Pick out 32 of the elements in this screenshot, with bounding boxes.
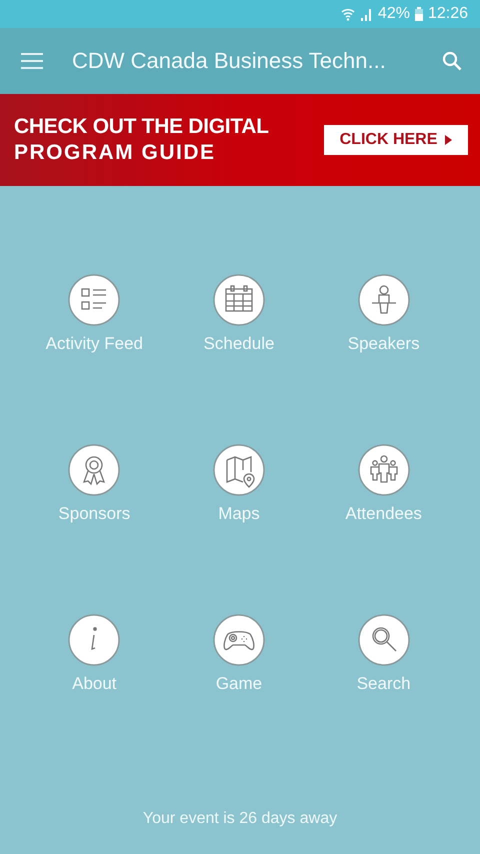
menu-tile[interactable]: Game [212, 614, 265, 694]
clock-time: 12:26 [428, 5, 468, 23]
menu-tile[interactable]: Sponsors [58, 444, 130, 524]
search-icon [358, 614, 410, 666]
banner-headline: CHECK OUT THE DIGITAL [14, 115, 270, 139]
wifi-icon [340, 7, 355, 21]
menu-tile[interactable]: Maps [212, 444, 265, 524]
calendar-icon [212, 274, 265, 326]
gamepad-icon [212, 614, 265, 666]
feed-icon [68, 274, 120, 326]
menu-tile[interactable]: About [68, 614, 120, 694]
speaker-icon [358, 274, 410, 326]
menu-tile[interactable]: Schedule [204, 274, 274, 354]
menu-tile[interactable]: Attendees [345, 444, 422, 524]
battery-percentage: 42% [378, 5, 410, 23]
menu-tile[interactable]: Activity Feed [46, 274, 143, 354]
menu-tile[interactable]: Speakers [348, 274, 420, 354]
caret-icon [445, 135, 452, 145]
map-icon [212, 444, 265, 496]
signal-icon [360, 8, 373, 20]
menu-tile[interactable]: Search [356, 614, 411, 694]
people-icon [358, 444, 410, 496]
info-icon [68, 614, 120, 666]
banner-subheadline: PROGRAM GUIDE [14, 141, 217, 165]
search-button[interactable] [442, 51, 462, 71]
event-countdown: Your event is 26 days away [142, 810, 338, 828]
app-title: CDW Canada Business Techn... [72, 48, 387, 74]
promo-banner[interactable]: CHECK OUT THE DIGITAL PROGRAM GUIDE CLICK HERE [0, 94, 480, 186]
menu-button[interactable] [20, 52, 44, 70]
ribbon-icon [68, 444, 120, 496]
battery-icon [414, 7, 423, 21]
click-here-button[interactable]: CLICK HERE [324, 125, 468, 155]
